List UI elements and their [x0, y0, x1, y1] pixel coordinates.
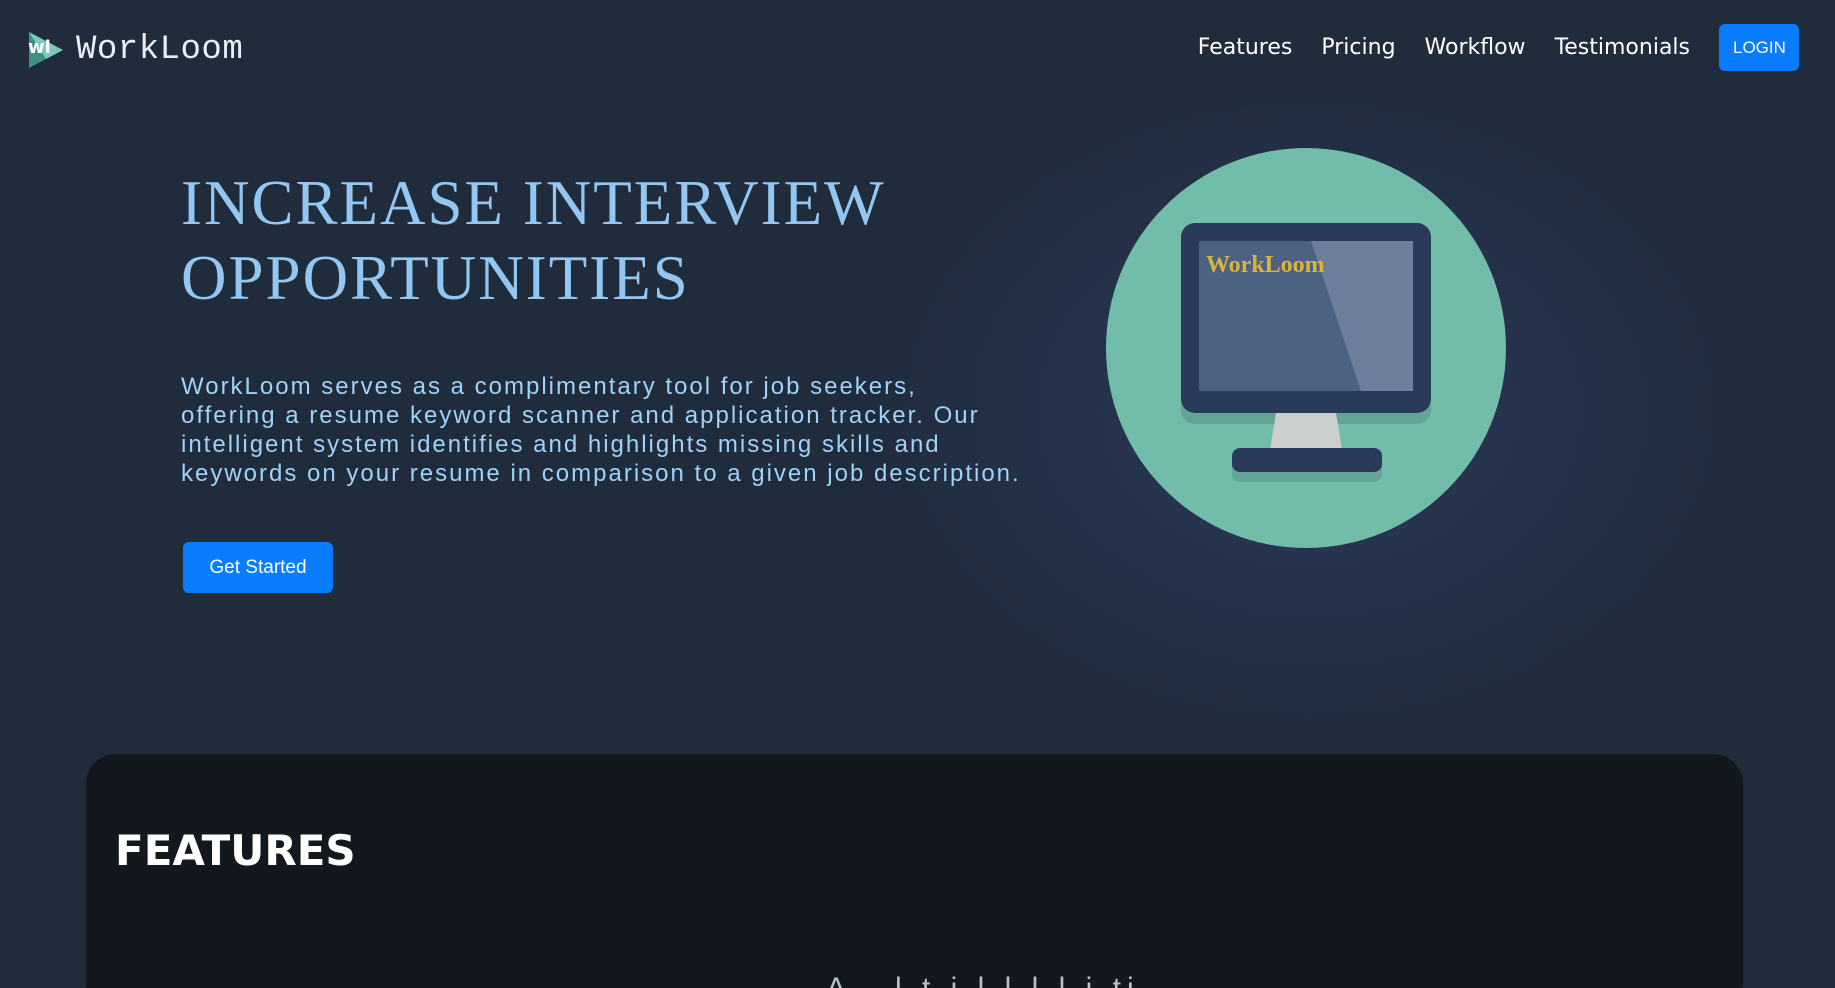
logo-initials: wl: [28, 37, 51, 58]
features-title: FEATURES: [115, 826, 356, 875]
hero-title-line-2: OPPORTUNITIES: [181, 243, 690, 313]
nav-link-features[interactable]: Features: [1198, 35, 1293, 60]
logo-mark-icon: wl: [26, 28, 66, 72]
nav-link-workflow[interactable]: Workflow: [1425, 35, 1526, 60]
brand-name: WorkLoom: [76, 31, 244, 69]
computer-monitor-icon: WorkLoom: [1106, 148, 1506, 548]
brand-logo[interactable]: wl WorkLoom: [26, 28, 243, 72]
hero-title-line-1: INCREASE INTERVIEW: [181, 168, 886, 238]
nav-link-pricing[interactable]: Pricing: [1321, 35, 1395, 60]
features-partial-text: A.. l t i l l l l i ti: [826, 972, 1140, 988]
nav-link-testimonials[interactable]: Testimonials: [1555, 35, 1690, 60]
login-button[interactable]: LOGIN: [1719, 24, 1799, 71]
features-section: FEATURES A.. l t i l l l l i ti: [86, 754, 1743, 988]
hero-description: WorkLoom serves as a complimentary tool …: [181, 373, 1021, 487]
monitor-screen-text: WorkLoom: [1206, 252, 1325, 278]
hero-title: INCREASE INTERVIEW OPPORTUNITIES: [181, 166, 1001, 316]
main-nav: Features Pricing Workflow Testimonials L…: [1198, 24, 1799, 71]
get-started-button[interactable]: Get Started: [183, 542, 333, 593]
